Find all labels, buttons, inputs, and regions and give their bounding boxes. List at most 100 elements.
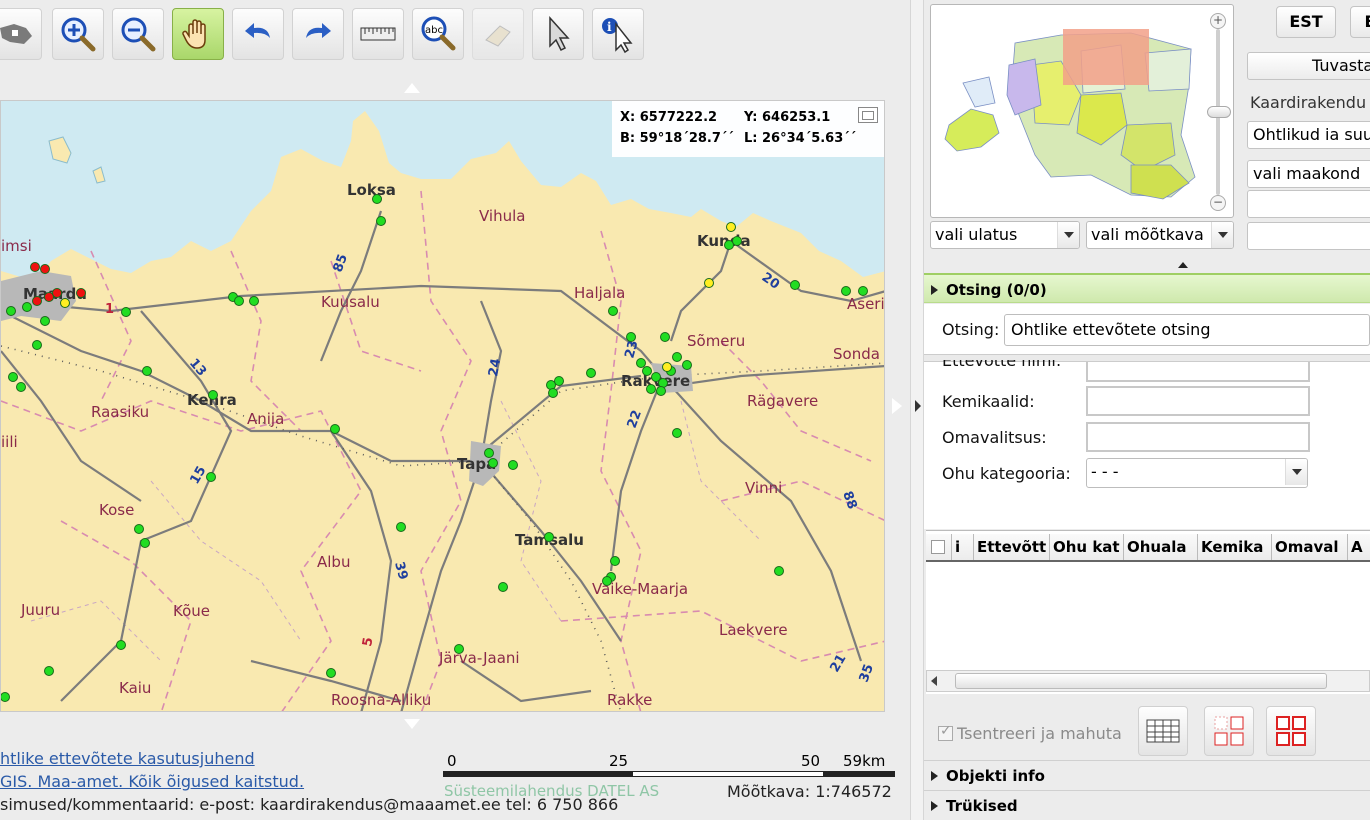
hazard-point[interactable]: [790, 280, 800, 290]
chevron-down-icon[interactable]: [1057, 222, 1079, 248]
hazard-point[interactable]: [234, 296, 244, 306]
hazard-category-select[interactable]: - - -: [1086, 458, 1308, 488]
hazard-point[interactable]: [672, 352, 682, 362]
zoom-plus-icon[interactable]: +: [1210, 13, 1226, 29]
col-header[interactable]: Ettevõtt: [974, 534, 1050, 560]
hazard-point[interactable]: [626, 332, 636, 342]
col-header[interactable]: A: [1348, 534, 1370, 560]
col-header[interactable]: Omaval: [1272, 534, 1348, 560]
language-other-button[interactable]: E: [1350, 6, 1370, 38]
hazard-point[interactable]: [330, 424, 340, 434]
eraser-button[interactable]: [472, 8, 524, 60]
overview-zoom-slider[interactable]: + −: [1207, 11, 1231, 213]
hazard-point[interactable]: [682, 360, 692, 370]
hazard-point[interactable]: [544, 532, 554, 542]
tuvasta-button[interactable]: Tuvasta: [1247, 52, 1370, 80]
find-text-button[interactable]: abc: [412, 8, 464, 60]
hazard-point-yellow[interactable]: [704, 278, 714, 288]
hazard-point[interactable]: [40, 316, 50, 326]
col-header[interactable]: Ohu kat: [1050, 534, 1124, 560]
hazard-point[interactable]: [508, 460, 518, 470]
hazard-point-red[interactable]: [52, 288, 62, 298]
hazard-point[interactable]: [376, 216, 386, 226]
zoom-minus-icon[interactable]: −: [1210, 195, 1226, 211]
hazard-point[interactable]: [208, 390, 218, 400]
minimize-window-icon[interactable]: [858, 107, 878, 123]
company-name-input[interactable]: [1086, 362, 1310, 382]
pan-button[interactable]: [172, 8, 224, 60]
search-section-header[interactable]: Otsing (0/0): [924, 273, 1370, 303]
redo-button[interactable]: [292, 8, 344, 60]
hazard-point[interactable]: [372, 194, 382, 204]
hazard-point-yellow[interactable]: [726, 222, 736, 232]
table-view-button[interactable]: [1138, 706, 1188, 756]
hazard-point[interactable]: [841, 286, 851, 296]
map-canvas[interactable]: Loksa Vihula Kunda Haljala Kuusalu Sõmer…: [0, 100, 885, 712]
scroll-left-icon[interactable]: [931, 676, 937, 686]
hazard-point[interactable]: [1, 692, 10, 702]
hazard-point[interactable]: [454, 644, 464, 654]
hazard-point[interactable]: [22, 302, 32, 312]
hazard-point[interactable]: [206, 472, 216, 482]
hazard-point-red[interactable]: [32, 296, 42, 306]
panel-splitter[interactable]: [910, 0, 924, 820]
hazard-point[interactable]: [602, 576, 612, 586]
overview-map-button[interactable]: [0, 8, 42, 60]
hazard-point[interactable]: [610, 556, 620, 566]
chemicals-input[interactable]: [1086, 386, 1310, 416]
user-guide-link[interactable]: htlike ettevõtete kasutusjuhend: [0, 749, 255, 768]
zoom-knob[interactable]: [1207, 106, 1231, 118]
hazard-point-red[interactable]: [76, 288, 86, 298]
hazard-point[interactable]: [32, 340, 42, 350]
hazard-point[interactable]: [396, 522, 406, 532]
pan-north-arrow[interactable]: [404, 83, 420, 93]
county-select[interactable]: vali maakond: [1247, 160, 1370, 188]
hazard-point[interactable]: [858, 286, 868, 296]
hazard-point[interactable]: [636, 358, 646, 368]
hazard-point[interactable]: [554, 376, 564, 386]
hazard-point-yellow[interactable]: [60, 298, 70, 308]
hazard-point-yellow[interactable]: [662, 362, 672, 372]
hazard-point[interactable]: [249, 296, 259, 306]
hazard-point-red[interactable]: [40, 264, 50, 274]
overview-map[interactable]: + −: [930, 4, 1234, 218]
col-header[interactable]: Ohuala: [1124, 534, 1198, 560]
scale-select[interactable]: vali mõõtkava: [1086, 221, 1234, 249]
hazard-point[interactable]: [586, 368, 596, 378]
zoom-out-button[interactable]: [112, 8, 164, 60]
zoom-in-button[interactable]: [52, 8, 104, 60]
hazard-point[interactable]: [484, 448, 494, 458]
hazard-point[interactable]: [121, 307, 131, 317]
prints-section-header[interactable]: Trükised: [924, 790, 1370, 820]
map-svg[interactable]: Loksa Vihula Kunda Haljala Kuusalu Sõmer…: [1, 101, 885, 712]
copyright-link[interactable]: GIS. Maa-amet. Kõik õigused kaitstud.: [0, 772, 304, 791]
hazard-point[interactable]: [498, 582, 508, 592]
chevron-down-icon[interactable]: [1285, 459, 1307, 485]
hazard-point[interactable]: [548, 388, 558, 398]
hazard-point[interactable]: [488, 458, 498, 468]
hazard-point[interactable]: [642, 366, 652, 376]
chevron-down-icon[interactable]: [1211, 222, 1233, 248]
hazard-point[interactable]: [116, 640, 126, 650]
hazard-point[interactable]: [732, 236, 742, 246]
undo-button[interactable]: [232, 8, 284, 60]
hazard-point[interactable]: [6, 306, 16, 316]
checkbox-icon[interactable]: [938, 723, 953, 741]
hazard-point[interactable]: [8, 372, 18, 382]
hazard-point[interactable]: [44, 666, 54, 676]
measure-button[interactable]: [352, 8, 404, 60]
center-fit-checkbox[interactable]: Tsentreeri ja mahuta: [938, 723, 1122, 743]
select-all-checkbox[interactable]: [931, 540, 945, 554]
select-all-checkbox-cell[interactable]: [926, 534, 952, 560]
info-button[interactable]: i: [592, 8, 644, 60]
app-select[interactable]: Ohtlikud ia suu: [1247, 121, 1370, 149]
current-extent-box[interactable]: [1063, 29, 1149, 85]
hazard-point[interactable]: [608, 306, 618, 316]
hazard-point[interactable]: [142, 366, 152, 376]
hazard-point[interactable]: [140, 538, 150, 548]
hazard-point[interactable]: [660, 332, 670, 342]
pan-east-arrow[interactable]: [892, 398, 902, 414]
col-header[interactable]: i: [952, 534, 974, 560]
empty-select-2[interactable]: [1247, 222, 1370, 250]
grid-horizontal-scrollbar[interactable]: [926, 670, 1370, 692]
